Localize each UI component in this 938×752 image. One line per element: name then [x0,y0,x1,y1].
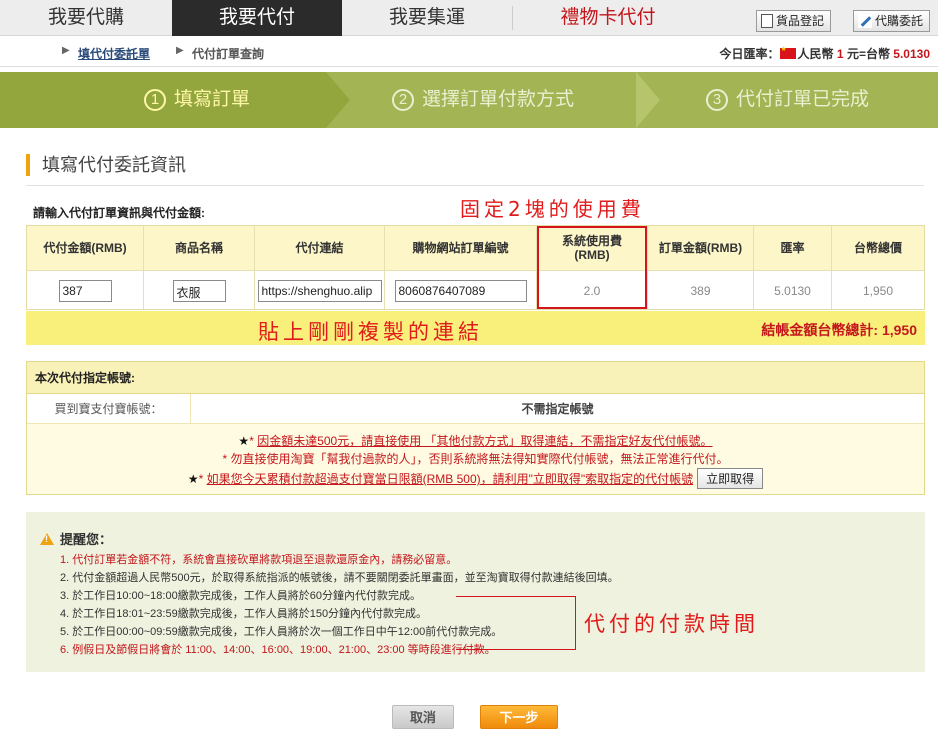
next-step-button[interactable]: 下一步 [480,705,558,729]
document-icon [761,14,773,28]
chevron-right-icon: ▶ [176,45,184,56]
instruction-text: 請輸入代付訂單資訊與代付金額: [33,206,205,220]
rate-cell-value: 5.0130 [774,283,811,298]
star-icon: ★ [238,434,250,448]
header-order-no: 購物網站訂單編號 [385,226,536,271]
step-1: 1 填寫訂單 [144,72,250,128]
rate-rmb: 人民幣 [797,47,834,61]
top-navigation: 我要代購 我要代付 我要集運 禮物卡代付 貨品登記 代購委託 [0,0,938,36]
col-order-no: 購物網站訂單編號 806087640708​9 [385,226,537,309]
chevron-right-icon: ▶ [62,45,70,56]
tab-giftcard[interactable]: 禮物卡代付 [512,0,704,36]
col-rate: 匯率 5.0130 [754,226,832,309]
step-3: 3 代付訂單已完成 [706,72,869,128]
amount-input[interactable]: 387 [58,279,112,302]
step-2-number: 2 [392,89,414,111]
get-now-button[interactable]: 立即取得 [697,468,764,489]
account-title: 本次代付指定帳號: [27,362,924,394]
star-icon: ★ [187,472,199,486]
header-amount: 代付金額(RMB) [27,226,143,271]
rate-label: 今日匯率： [719,47,780,61]
breadcrumb-order-query[interactable]: 代付訂單查詢 [192,45,264,62]
step-2-label: 選擇訂單付款方式 [422,89,575,110]
step-chevron [636,72,660,128]
rate-value: 5.0130 [893,47,930,61]
header-product: 商品名稱 [144,226,254,271]
fee-annotation: 固定2塊的使用費 [460,197,645,221]
total-value: 1,950 [881,322,917,338]
header-twd-total: 台幣總價 [832,226,924,271]
tab-payment[interactable]: 我要代付 [172,0,342,36]
twd-total-value: 1,950 [862,283,894,298]
header-order-amount: 訂單金額(RMB) [648,226,753,271]
order-no-input[interactable]: 806087640708​9 [394,279,527,302]
col-product: 商品名稱 衣服 [144,226,255,309]
goods-register-button[interactable]: 貨品登記 [756,10,832,32]
header-rate: 匯率 [754,226,831,271]
rate-one: 1 [836,47,844,61]
goods-register-label: 貨品登記 [776,14,825,28]
col-order-amount: 訂單金額(RMB) 389 [648,226,754,309]
divider [26,185,924,186]
exchange-rate: 今日匯率： 人民幣 1 元=台幣 5.0130 [720,45,930,62]
note-limit: ★* 如果您今天累積付款超過支付寶當日限額(RMB 500)，請利用"立即取得"… [27,468,924,489]
step-2: 2 選擇訂單付款方式 [392,72,574,128]
warning-icon [40,533,54,545]
header-link: 代付連結 [255,226,384,271]
note-amount-text[interactable]: 因金額未達500元，請直接使用 「其他付款方式」取得連結，不需指定好友代付帳號。 [257,434,712,448]
order-table: 代付金額(RMB) 387 商品名稱 衣服 代付連結 https://sheng… [26,225,925,310]
payment-time-annotation: 代付的付款時間 [584,612,759,636]
time-bracket [456,596,576,650]
rate-eq: 元=台幣 [846,47,890,61]
step-1-number: 1 [144,89,166,111]
purchase-entrust-button[interactable]: 代購委託 [853,10,931,32]
col-twd-total: 台幣總價 1,950 [832,226,924,309]
link-input[interactable]: https://shenghuo.alip [257,279,382,302]
reminder-item: 2. 代付金額超過人民幣500元，於取得系統指派的帳號後，請不要關閉委託單畫面，… [60,572,619,584]
fee-highlight-box [537,226,647,309]
tab-purchase[interactable]: 我要代購 [0,0,172,36]
china-flag-icon [779,45,796,59]
progress-steps: 1 填寫訂單 2 選擇訂單付款方式 3 代付訂單已完成 [0,72,938,128]
alipay-account-value: 不需指定帳號 [521,402,594,416]
note-limit-text[interactable]: 如果您今天累積付款超過支付寶當日限額(RMB 500)，請利用"立即取得"索取指… [207,472,694,486]
alipay-account-label: 買到寶支付寶帳號： [27,394,191,424]
cancel-button[interactable]: 取消 [392,705,454,729]
order-amount-value: 389 [690,283,711,298]
step-1-label: 填寫訂單 [174,89,251,110]
account-row: 買到寶支付寶帳號： 不需指定帳號 [27,394,924,424]
purchase-entrust-label: 代購委託 [875,14,924,28]
step-3-number: 3 [706,89,728,111]
paste-link-annotation: 貼上剛剛複製的連結 [258,320,483,344]
product-input[interactable]: 衣服 [172,279,226,302]
step-3-label: 代付訂單已完成 [736,89,870,110]
checkout-total: 結帳金額台幣總計: 1,950 [761,320,917,340]
tab-consolidation[interactable]: 我要集運 [342,0,512,36]
reminder-item: 1. 代付訂單若金額不符，系統會直接砍單將款項退至退款還原金內，請務必留意。 [60,554,458,566]
page-title: 填寫代付委託資訊 [26,154,186,176]
breadcrumb-fill-form[interactable]: 填代付委託單 [78,45,150,62]
note-taobao: * 勿直接使用淘寶「幫我付過款的人」，否則系統將無法得知實際代付帳號，無法正常進… [222,452,729,466]
col-link: 代付連結 https://shenghuo.alip [255,226,385,309]
col-amount: 代付金額(RMB) 387 [27,226,144,309]
total-label: 結帳金額台幣總計: [761,322,879,338]
note-amount: ★* 因金額未達500元，請直接使用 「其他付款方式」取得連結，不需指定好友代付… [238,434,713,448]
pencil-icon [858,14,872,28]
breadcrumb: ▶ 填代付委託單 ▶ 代付訂單查詢 今日匯率： 人民幣 1 元=台幣 5.0130 [0,37,938,67]
account-section: 本次代付指定帳號: 買到寶支付寶帳號： 不需指定帳號 ★* 因金額未達500元，… [26,361,925,495]
reminder-title: 提醒您： [40,529,112,548]
